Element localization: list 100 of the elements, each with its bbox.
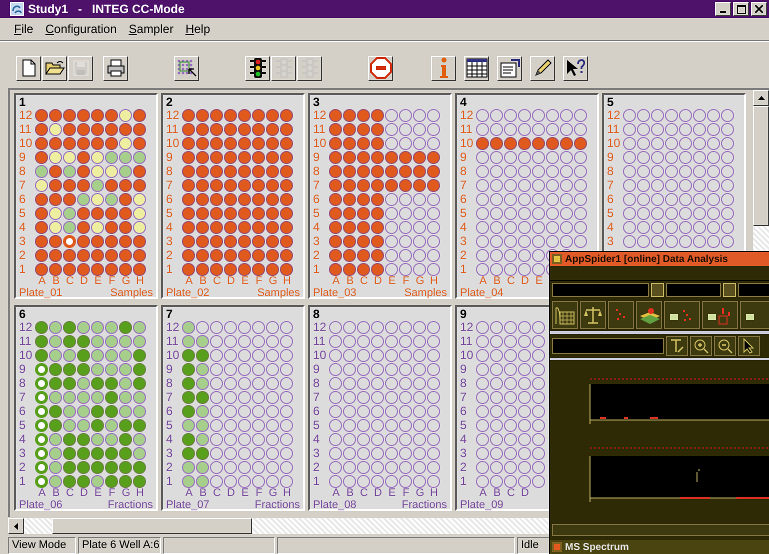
- close-button[interactable]: [751, 2, 767, 16]
- current-well[interactable]: [35, 362, 48, 376]
- filled-well[interactable]: [63, 178, 76, 192]
- filled-well[interactable]: [133, 122, 146, 136]
- filled-well[interactable]: [35, 136, 48, 150]
- filled-well[interactable]: [35, 150, 48, 164]
- filled-well[interactable]: [385, 164, 398, 178]
- help-button[interactable]: [563, 56, 588, 80]
- pointer-icon[interactable]: [738, 336, 760, 356]
- filled-well[interactable]: [266, 220, 279, 234]
- filled-well[interactable]: [119, 474, 132, 488]
- filled-well[interactable]: [35, 122, 48, 136]
- filled-well[interactable]: [119, 150, 132, 164]
- filled-well[interactable]: [133, 320, 146, 334]
- filled-well[interactable]: [252, 220, 265, 234]
- toolbar-button[interactable]: [497, 56, 522, 80]
- filled-well[interactable]: [224, 108, 237, 122]
- filled-well[interactable]: [224, 192, 237, 206]
- filled-well[interactable]: [49, 220, 62, 234]
- filled-well[interactable]: [63, 348, 76, 362]
- filled-well[interactable]: [210, 164, 223, 178]
- filled-well[interactable]: [119, 460, 132, 474]
- filled-well[interactable]: [63, 376, 76, 390]
- filled-well[interactable]: [133, 234, 146, 248]
- filled-well[interactable]: [266, 108, 279, 122]
- filled-well[interactable]: [63, 262, 76, 276]
- filled-well[interactable]: [196, 178, 209, 192]
- filled-well[interactable]: [210, 220, 223, 234]
- filled-well[interactable]: [196, 248, 209, 262]
- current-well[interactable]: [35, 460, 48, 474]
- filled-well[interactable]: [343, 234, 356, 248]
- filled-well[interactable]: [49, 362, 62, 376]
- filled-well[interactable]: [196, 460, 209, 474]
- filled-well[interactable]: [105, 220, 118, 234]
- filled-well[interactable]: [182, 262, 195, 276]
- filled-well[interactable]: [329, 122, 342, 136]
- filled-well[interactable]: [63, 446, 76, 460]
- filled-well[interactable]: [63, 122, 76, 136]
- filled-well[interactable]: [238, 248, 251, 262]
- toolbar-button[interactable]: [431, 56, 456, 80]
- filled-well[interactable]: [49, 192, 62, 206]
- filled-well[interactable]: [119, 192, 132, 206]
- filled-well[interactable]: [105, 404, 118, 418]
- menu-item[interactable]: Configuration: [45, 22, 117, 36]
- filled-well[interactable]: [63, 362, 76, 376]
- filled-well[interactable]: [371, 150, 384, 164]
- filled-well[interactable]: [77, 446, 90, 460]
- filled-well[interactable]: [182, 446, 195, 460]
- toolbar-button[interactable]: [530, 56, 555, 80]
- filled-well[interactable]: [77, 432, 90, 446]
- filled-well[interactable]: [343, 136, 356, 150]
- filled-well[interactable]: [91, 248, 104, 262]
- filled-well[interactable]: [329, 192, 342, 206]
- filled-well[interactable]: [91, 320, 104, 334]
- filled-well[interactable]: [343, 220, 356, 234]
- filled-well[interactable]: [49, 320, 62, 334]
- filled-well[interactable]: [77, 234, 90, 248]
- filled-well[interactable]: [224, 248, 237, 262]
- filled-well[interactable]: [546, 136, 559, 150]
- filled-well[interactable]: [252, 178, 265, 192]
- maximize-button[interactable]: [733, 2, 749, 16]
- filled-well[interactable]: [77, 122, 90, 136]
- filled-well[interactable]: [63, 418, 76, 432]
- filled-well[interactable]: [196, 376, 209, 390]
- filled-well[interactable]: [35, 248, 48, 262]
- filled-well[interactable]: [35, 334, 48, 348]
- filled-well[interactable]: [105, 320, 118, 334]
- filled-well[interactable]: [182, 348, 195, 362]
- filled-well[interactable]: [182, 320, 195, 334]
- stop-button[interactable]: [368, 56, 393, 80]
- filled-well[interactable]: [105, 390, 118, 404]
- filled-well[interactable]: [119, 376, 132, 390]
- filled-well[interactable]: [133, 460, 146, 474]
- filled-well[interactable]: [343, 206, 356, 220]
- filled-well[interactable]: [196, 474, 209, 488]
- filled-well[interactable]: [182, 192, 195, 206]
- filled-well[interactable]: [252, 164, 265, 178]
- scroll-thumb[interactable]: [52, 518, 252, 534]
- filled-well[interactable]: [266, 192, 279, 206]
- filled-well[interactable]: [105, 474, 118, 488]
- filled-well[interactable]: [182, 418, 195, 432]
- filled-well[interactable]: [371, 122, 384, 136]
- filled-well[interactable]: [35, 320, 48, 334]
- filled-well[interactable]: [357, 136, 370, 150]
- filled-well[interactable]: [371, 192, 384, 206]
- toolbar-button[interactable]: [245, 56, 270, 80]
- filled-well[interactable]: [49, 432, 62, 446]
- filled-well[interactable]: [63, 150, 76, 164]
- filled-well[interactable]: [133, 178, 146, 192]
- filled-well[interactable]: [224, 164, 237, 178]
- filled-well[interactable]: [196, 164, 209, 178]
- filled-well[interactable]: [196, 348, 209, 362]
- filled-well[interactable]: [329, 108, 342, 122]
- filled-well[interactable]: [91, 446, 104, 460]
- filled-well[interactable]: [49, 418, 62, 432]
- toolbar-button[interactable]: [16, 56, 41, 80]
- filled-well[interactable]: [196, 262, 209, 276]
- filled-well[interactable]: [35, 220, 48, 234]
- filled-well[interactable]: [35, 234, 48, 248]
- filled-well[interactable]: [35, 108, 48, 122]
